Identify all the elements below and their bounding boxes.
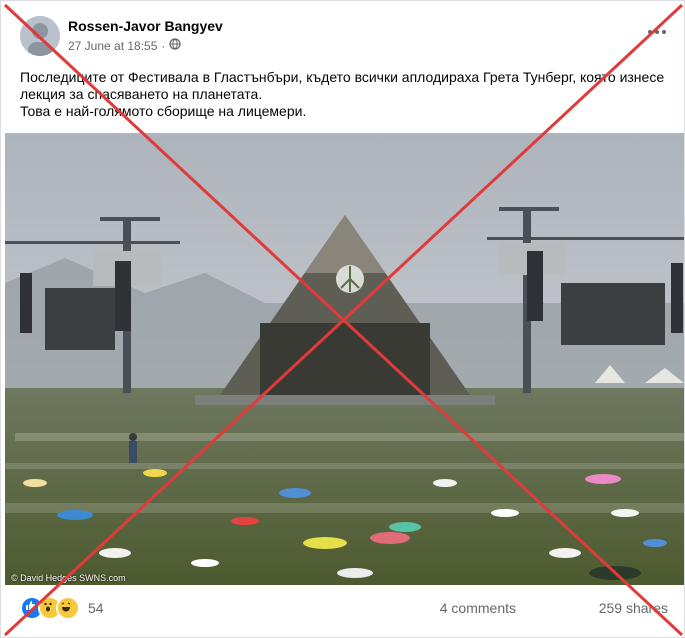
post-header: Rossen-Javor Bangyev 27 June at 18:55 · — [1, 1, 685, 65]
post-text-line: лекция за спасяването на планетата. — [20, 86, 263, 102]
facebook-post: Rossen-Javor Bangyev 27 June at 18:55 · … — [0, 0, 685, 638]
haha-icon — [56, 596, 80, 620]
shares-count-link[interactable]: 259 shares — [599, 600, 668, 616]
author-name[interactable]: Rossen-Javor Bangyev — [68, 18, 223, 34]
dot-icon — [648, 30, 652, 34]
globe-icon — [169, 38, 182, 53]
post-text-line: Последиците от Фестивала в Гластънбъри, … — [20, 69, 665, 85]
more-options-button[interactable] — [646, 25, 668, 39]
dot-icon — [662, 30, 666, 34]
post-footer: 54 4 comments 259 shares — [1, 589, 685, 629]
post-text: Последиците от Фестивала в Гластънбъри, … — [20, 69, 670, 120]
post-photo[interactable]: © David Hedges SWNS.com — [5, 133, 684, 585]
dot-icon — [655, 30, 659, 34]
post-timestamp[interactable]: 27 June at 18:55 — [68, 39, 157, 53]
photo-credit: © David Hedges SWNS.com — [11, 573, 126, 583]
avatar[interactable] — [20, 16, 60, 56]
post-meta: 27 June at 18:55 · — [68, 38, 182, 53]
dot-separator: · — [161, 38, 166, 53]
reactions-summary[interactable]: 54 — [20, 596, 104, 620]
reaction-count: 54 — [88, 600, 104, 616]
post-text-line: Това е най-голямото сборище на лицемери. — [20, 103, 307, 119]
comments-count-link[interactable]: 4 comments — [440, 600, 516, 616]
